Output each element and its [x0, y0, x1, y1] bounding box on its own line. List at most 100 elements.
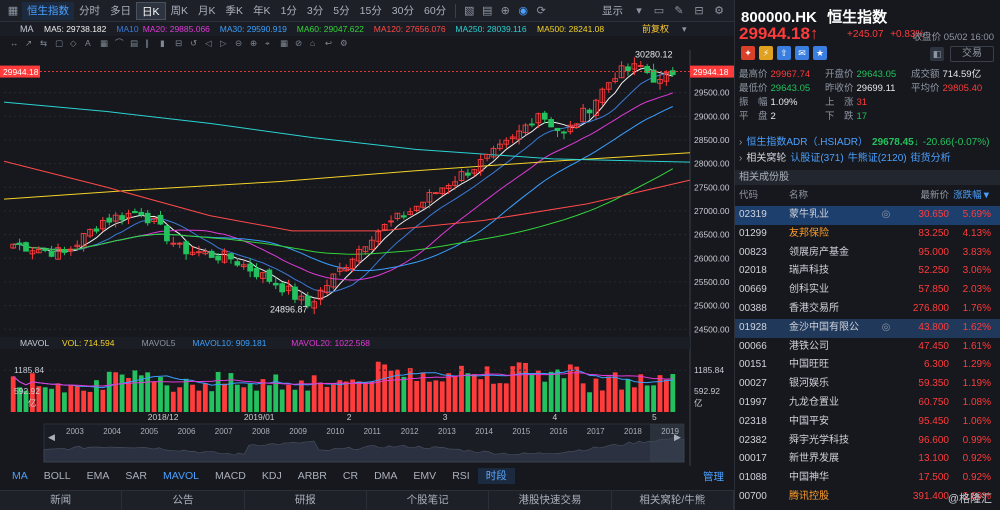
table-row[interactable]: 00823 领展房产基金 95.000 3.83% [735, 244, 1000, 263]
indicator-tab[interactable]: MACD [207, 468, 254, 484]
share-icon[interactable]: ⇧ [777, 46, 791, 60]
manage-indicators[interactable]: 管理 [703, 469, 724, 484]
table-row[interactable]: 00669 创科实业 57.850 2.03% [735, 281, 1000, 300]
detail-icon[interactable]: ◎ [875, 319, 897, 338]
period-tab[interactable]: 恒生指数 [22, 1, 74, 20]
street-analysis-link[interactable]: 街货分析 [911, 151, 951, 167]
draw-tool-icon[interactable]: ▤ [130, 38, 138, 48]
col-code[interactable]: 代码 [735, 188, 785, 204]
draw-tool-icon[interactable]: ⌒ [115, 38, 124, 48]
vol-title[interactable]: MAVOL [20, 338, 49, 348]
indicator-tab[interactable]: DMA [366, 468, 405, 484]
indicator-tab[interactable]: CR [335, 468, 366, 484]
draw-tool-icon[interactable]: ◇ [70, 38, 77, 48]
indicator-tab[interactable]: MAVOL [155, 468, 207, 484]
indicator-tab[interactable]: BOLL [36, 468, 79, 484]
period-tab[interactable]: 年K [248, 2, 276, 20]
display-menu[interactable]: 显示 [597, 2, 628, 20]
draw-tool-icon[interactable]: A [85, 38, 91, 48]
drawing-tools[interactable]: ↔ ↗ ⇆ ▢ ◇ A ▦ ⌒ ▤ ∥ ▮ ⊟ ↺ ◁ ▷ ⊝ ⊕ ⌖ ▦ ⊘ ⌂ ↩ ⚙ [10, 38, 348, 48]
table-row[interactable]: 01299 友邦保险 83.250 4.13% [735, 225, 1000, 244]
chevron-down-icon[interactable]: ▾ [630, 2, 648, 20]
bottom-tab[interactable]: 研报 [245, 491, 367, 510]
chevron-down-icon[interactable]: ▾ [682, 24, 687, 34]
draw-tool-icon[interactable]: ⊘ [295, 38, 302, 48]
kline-chart[interactable]: MA MA5: 29738.182 MA10 MA20: 29885.066 MA30:… [0, 22, 734, 466]
table-row[interactable]: 00066 港铁公司 47.450 1.61% [735, 338, 1000, 357]
alert-icon[interactable]: ✦ [741, 46, 755, 60]
grid-menu-icon[interactable]: ▦ [4, 2, 22, 20]
bottom-tab[interactable]: 相关窝轮/牛熊 [612, 491, 734, 510]
indicator-tab[interactable]: MA [4, 468, 36, 484]
draw-tool-icon[interactable]: ↔ [10, 38, 19, 48]
draw-tool-icon[interactable]: ▷ [220, 38, 227, 48]
bottom-tab[interactable]: 个股笔记 [367, 491, 490, 510]
draw-tool-icon[interactable]: ⌂ [310, 38, 315, 48]
col-name[interactable]: 名称 [785, 188, 875, 204]
period-tab[interactable]: 1分 [276, 2, 302, 20]
settings-icon[interactable]: ⚙ [710, 2, 728, 20]
indicator-tab[interactable]: KDJ [254, 468, 290, 484]
chat-icon[interactable]: ✉ [795, 46, 809, 60]
period-tab[interactable]: 15分 [355, 2, 387, 20]
draw-tool-icon[interactable]: ▢ [55, 38, 63, 48]
table-row[interactable]: 02319 蒙牛乳业 ◎ 30.650 5.69% [735, 206, 1000, 225]
history-overview[interactable]: 2003 2004 2005 2006 2007 2008 2009 2010 2011 2012… [43, 423, 685, 463]
indicator-tab[interactable]: RSI [444, 468, 478, 484]
indicator-tab[interactable]: EMA [79, 468, 118, 484]
ma-label[interactable]: MA [20, 24, 34, 34]
flash-icon[interactable]: ⚡ [759, 46, 773, 60]
col-last[interactable]: 最新价 [897, 188, 949, 204]
period-tab[interactable]: 月K [193, 2, 221, 20]
draw-tool-icon[interactable]: ⊕ [250, 38, 257, 48]
scroll-right-icon[interactable]: ▶ [674, 432, 681, 442]
indicator-tab[interactable]: ARBR [290, 468, 335, 484]
table-row[interactable]: 00388 香港交易所 276.800 1.76% [735, 300, 1000, 319]
star-icon[interactable]: ★ [813, 46, 827, 60]
table-row[interactable]: 02382 舜宇光学科技 96.600 0.99% [735, 432, 1000, 451]
detail-icon[interactable]: ◎ [875, 206, 897, 225]
overlay-icon[interactable]: ▤ [478, 2, 496, 20]
table-row[interactable]: 01997 九龙仓置业 60.750 1.08% [735, 394, 1000, 413]
watchlist-icon[interactable]: ◧ [930, 47, 944, 61]
edit-icon[interactable]: ✎ [670, 2, 688, 20]
warrant-call-link[interactable]: 认股证(371) [790, 151, 843, 167]
draw-tool-icon[interactable]: ⌖ [265, 38, 270, 48]
draw-tool-icon[interactable]: ↩ [325, 38, 332, 48]
draw-tool-icon[interactable]: ⚙ [340, 38, 348, 48]
draw-tool-icon[interactable]: ⊝ [235, 38, 242, 48]
eye-icon[interactable]: ◉ [514, 2, 532, 20]
period-tab[interactable]: 分时 [74, 2, 105, 20]
draw-tool-icon[interactable]: ↺ [190, 38, 197, 48]
draw-tool-icon[interactable]: ▮ [160, 38, 165, 48]
draw-tool-icon[interactable]: ▦ [100, 38, 108, 48]
period-tab[interactable]: 周K [166, 2, 194, 20]
draw-tool-icon[interactable]: ↗ [25, 38, 32, 48]
table-row[interactable]: 01928 金沙中国有限公 ◎ 43.800 1.62% [735, 318, 1000, 338]
bottom-tab[interactable]: 新闻 [0, 491, 123, 510]
bottom-tab[interactable]: 公告 [122, 491, 245, 510]
adr-row[interactable]: › 恒生指数ADR（.HSIADR） 29678.45↓ -20.66(-0.0… [735, 135, 1000, 151]
compare-icon[interactable]: ▧ [460, 2, 478, 20]
draw-tool-icon[interactable]: ▦ [280, 38, 288, 48]
layout-icon[interactable]: ▭ [650, 2, 668, 20]
indicator-tab[interactable]: SAR [117, 468, 155, 484]
adjust-toggle[interactable]: 前复权 [642, 23, 669, 34]
sync-icon[interactable]: ⟳ [532, 2, 550, 20]
table-row[interactable]: 02018 瑞声科技 52.250 3.06% [735, 262, 1000, 281]
bottom-tab[interactable]: 港股快速交易 [489, 491, 612, 510]
table-row[interactable]: 00017 新世界发展 13.100 0.92% [735, 450, 1000, 469]
draw-tool-icon[interactable]: ∥ [145, 38, 149, 48]
table-row[interactable]: 01088 中国神华 17.500 0.92% [735, 469, 1000, 488]
period-tab[interactable]: 30分 [387, 2, 419, 20]
table-row[interactable]: 00151 中国旺旺 6.300 1.29% [735, 356, 1000, 375]
indicator-tab[interactable]: EMV [405, 468, 444, 484]
period-tab[interactable]: 季K [221, 2, 249, 20]
col-pct[interactable]: 涨跌幅▼ [949, 188, 997, 204]
indicator-tab[interactable]: 时段 [477, 468, 515, 484]
split-icon[interactable]: ⊟ [690, 2, 708, 20]
trade-button[interactable]: 交易 [950, 46, 994, 62]
table-row[interactable]: 02318 中国平安 95.450 1.06% [735, 413, 1000, 432]
drawing-icon[interactable]: ⊕ [496, 2, 514, 20]
draw-tool-icon[interactable]: ⊟ [175, 38, 182, 48]
